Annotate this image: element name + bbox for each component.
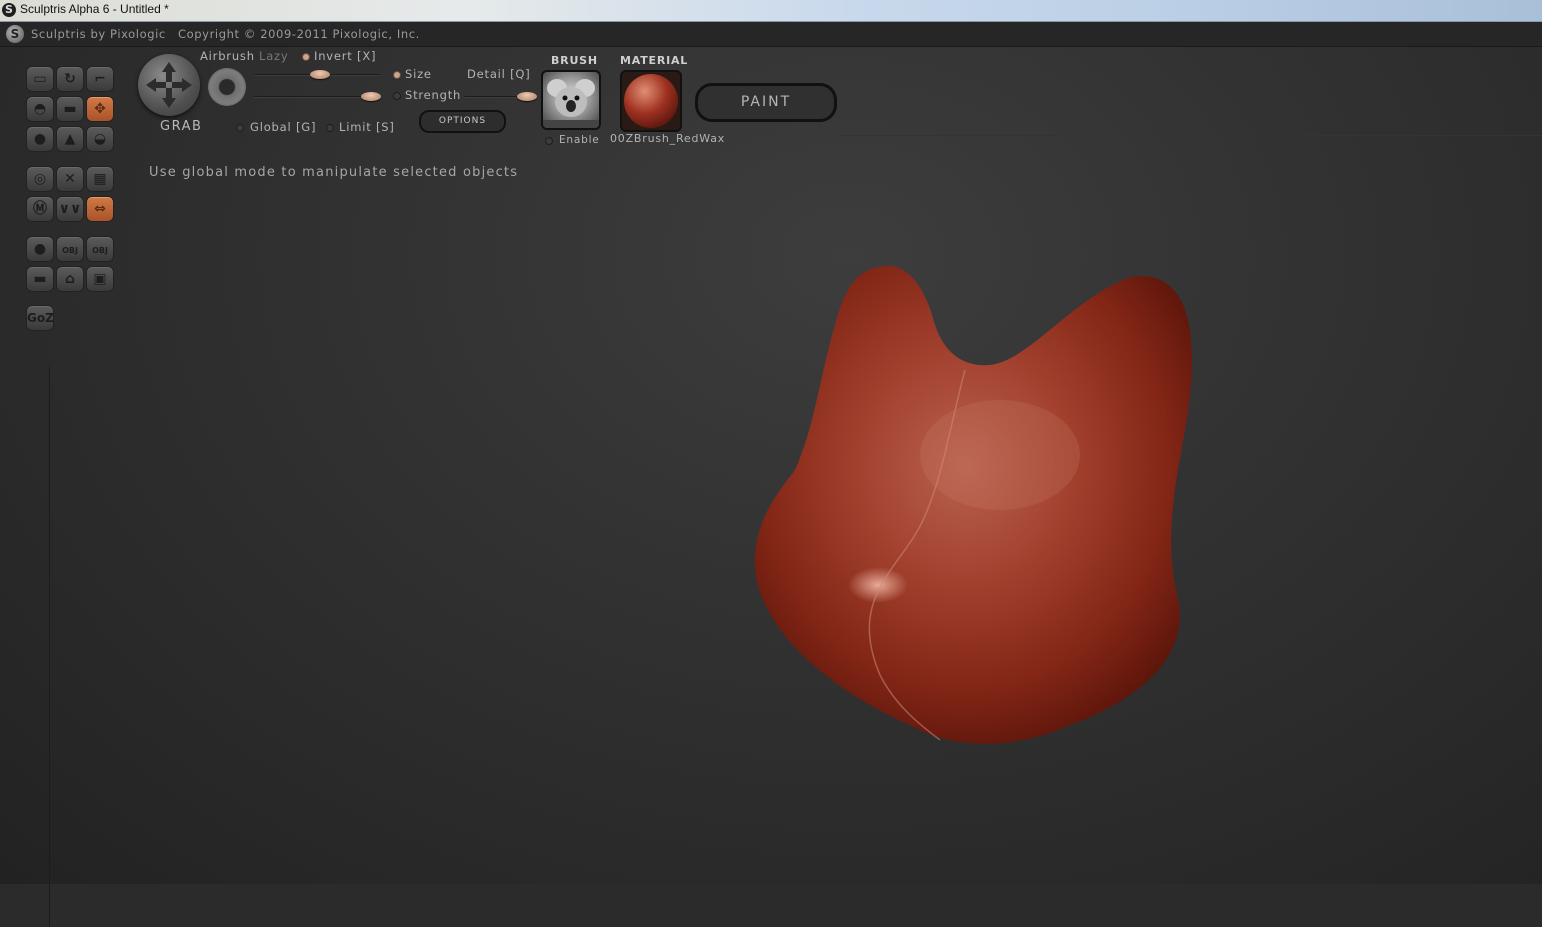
limit-label[interactable]: Limit [S] — [339, 120, 395, 134]
detail-label: Detail [Q] — [467, 67, 531, 81]
plane-icon[interactable]: ▬ — [26, 266, 54, 292]
material-panel-title: MATERIAL — [620, 54, 689, 67]
invert-label[interactable]: Invert [X] — [314, 49, 376, 63]
status-hint: Use global mode to manipulate selected o… — [149, 165, 519, 180]
pixologic-logo-icon: S — [6, 25, 24, 43]
size-radio[interactable] — [393, 71, 401, 79]
obj-export-icon[interactable]: OBJ — [86, 236, 114, 262]
goz-label: GoZ — [27, 311, 54, 325]
enable-radio[interactable] — [545, 137, 553, 145]
enable-label[interactable]: Enable — [559, 134, 600, 146]
draw-icon[interactable]: ▭ — [26, 66, 54, 92]
grab-tool-icon[interactable] — [138, 54, 200, 116]
sculptris-logo-icon: S — [2, 3, 16, 17]
symmetry-icon[interactable]: ◎ — [26, 166, 54, 192]
invert-radio[interactable] — [302, 53, 310, 61]
reduce-icon[interactable]: ✕ — [56, 166, 84, 192]
mirror-icon[interactable]: ⇔ — [86, 196, 114, 222]
strength-label: Strength — [405, 88, 462, 102]
material-icon[interactable]: Ⓜ — [26, 196, 54, 222]
paint-mode-button[interactable]: PAINT — [695, 83, 837, 122]
open-icon[interactable]: ⌂ — [56, 266, 84, 292]
brush-panel-title: BRUSH — [551, 54, 598, 67]
crop-icon[interactable]: ⌐ — [86, 66, 114, 92]
copyright-text: Copyright © 2009-2011 Pixologic, Inc. — [178, 27, 420, 41]
app-name: Sculptris by Pixologic — [31, 27, 166, 41]
app-header: S Sculptris by Pixologic Copyright © 200… — [0, 22, 1542, 47]
goz-button[interactable]: GoZ — [26, 305, 54, 331]
obj-import-icon[interactable]: OBJ — [56, 236, 84, 262]
airbrush-label: Airbrush — [200, 49, 255, 63]
tool-name: GRAB — [160, 119, 203, 134]
strength-radio[interactable] — [393, 92, 401, 100]
specular-highlight — [848, 567, 908, 603]
grab-icon[interactable]: ✥ — [86, 96, 114, 122]
crease-icon[interactable]: ▲ — [56, 126, 84, 152]
window-title-bar: S Sculptris Alpha 6 - Untitled * — [0, 0, 1542, 22]
move-arrows-icon — [146, 62, 192, 108]
brush-alpha-thumbnail[interactable] — [541, 70, 601, 130]
material-thumbnail[interactable] — [620, 70, 682, 132]
obj-import-label: OBJ — [62, 246, 78, 255]
smooth-icon[interactable]: ◒ — [86, 126, 114, 152]
options-button[interactable]: OPTIONS — [419, 110, 506, 133]
global-radio[interactable] — [236, 124, 244, 132]
window-title: Sculptris Alpha 6 - Untitled * — [20, 2, 169, 16]
material-sphere-icon — [624, 74, 678, 128]
material-name: 00ZBrush_RedWax — [610, 132, 726, 145]
sculpt-model[interactable] — [740, 255, 1210, 755]
airbrush-toggle[interactable] — [208, 68, 246, 106]
divider — [840, 135, 1542, 136]
limit-radio[interactable] — [326, 124, 334, 132]
detail-slider-knob[interactable] — [517, 92, 537, 101]
obj-export-label: OBJ — [92, 246, 108, 255]
pinch-icon[interactable]: ● — [26, 126, 54, 152]
koala-alpha-icon — [543, 79, 599, 128]
flatten-icon[interactable]: ▬ — [56, 96, 84, 122]
rotate-icon[interactable]: ↻ — [56, 66, 84, 92]
size-label: Size — [405, 67, 432, 81]
size-slider-knob[interactable] — [309, 70, 330, 79]
sphere-icon[interactable]: ● — [26, 236, 54, 262]
global-label[interactable]: Global [G] — [250, 120, 316, 134]
lazy-label[interactable]: Lazy — [259, 49, 289, 63]
divider — [49, 367, 50, 927]
subdivide-icon[interactable]: ∨∨ — [56, 196, 84, 222]
inflate-icon[interactable]: ◓ — [26, 96, 54, 122]
save-icon[interactable]: ▣ — [86, 266, 114, 292]
wireframe-icon[interactable]: ▦ — [86, 166, 114, 192]
